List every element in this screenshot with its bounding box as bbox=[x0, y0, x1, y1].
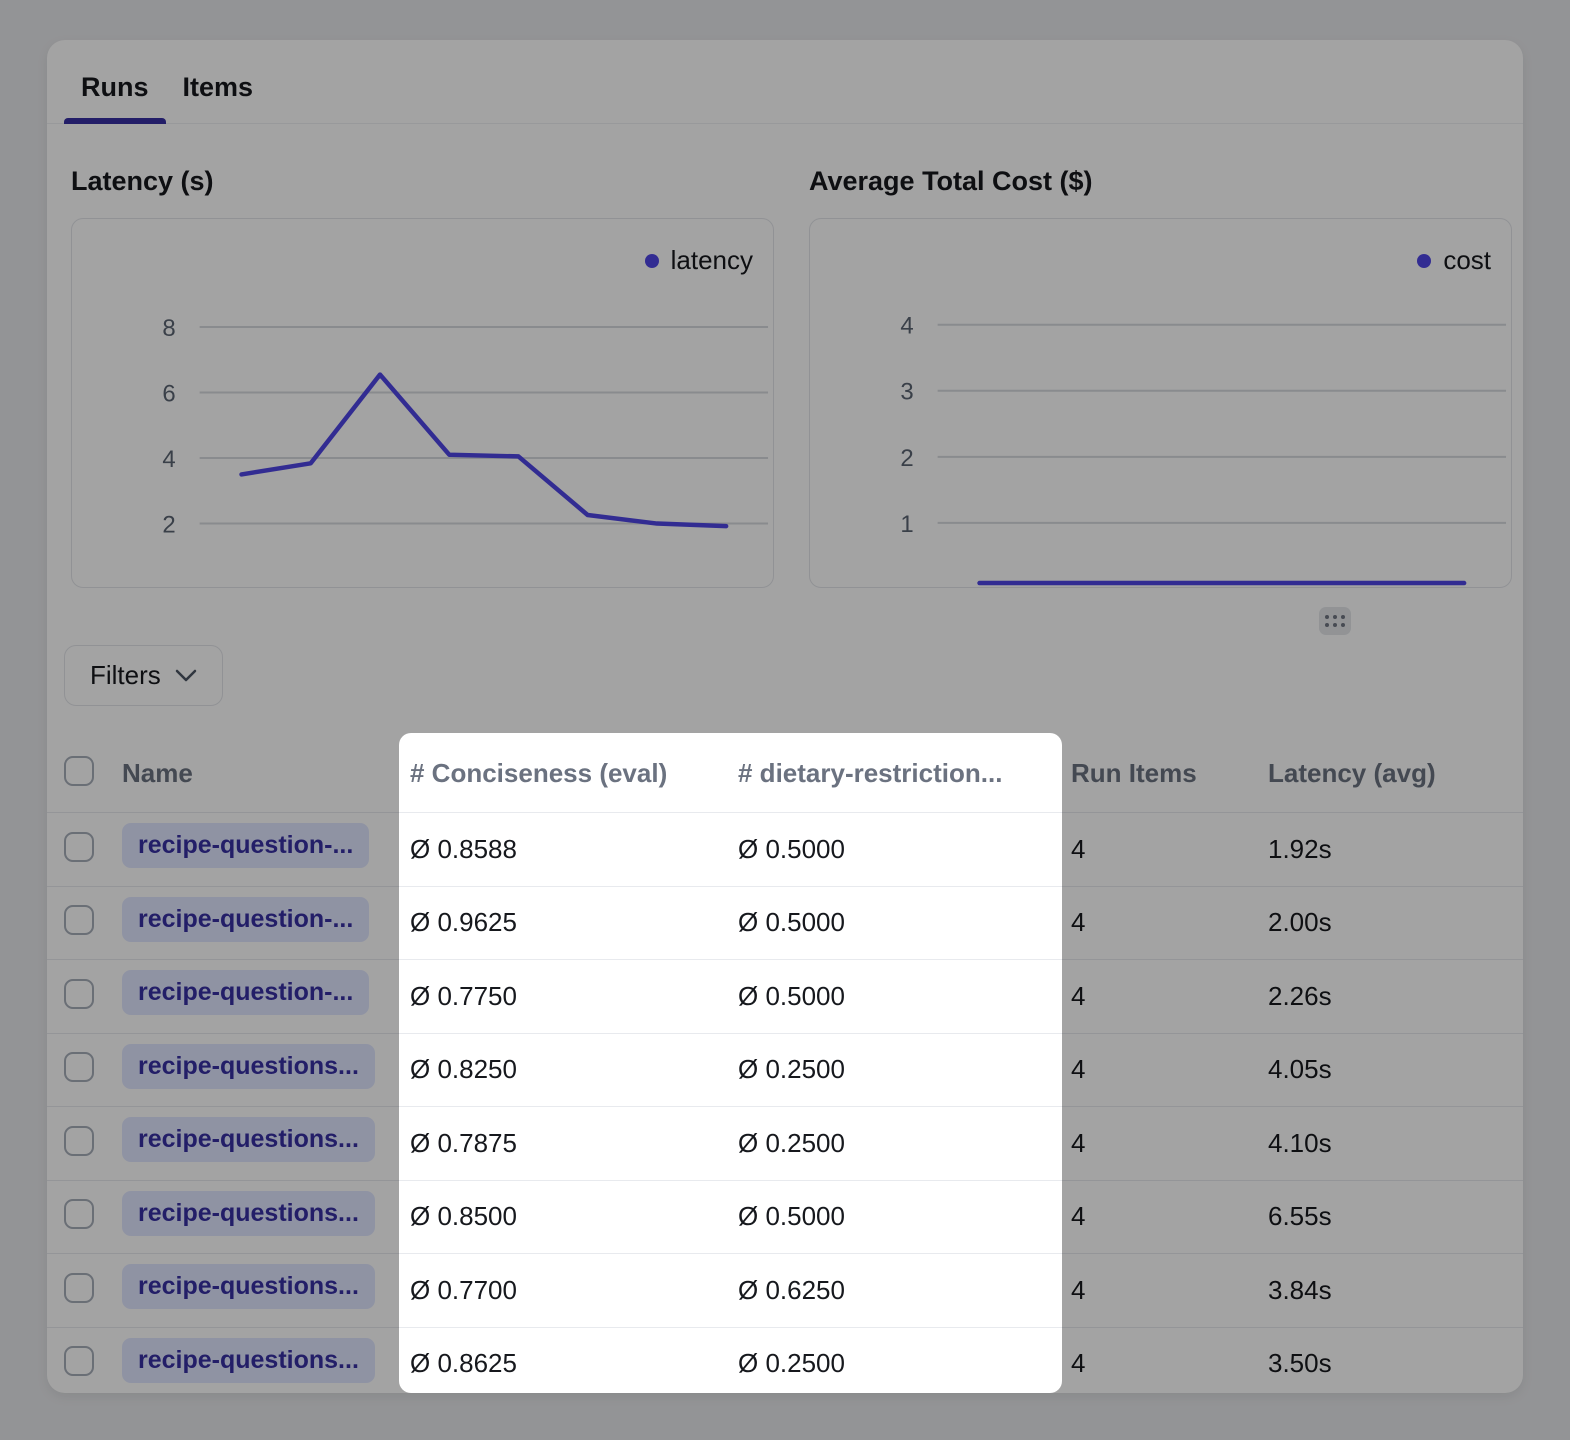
run-items-cell: 4 bbox=[1071, 907, 1268, 938]
table-header-row: Name # Conciseness (eval) # dietary-rest… bbox=[47, 734, 1523, 812]
cost-chart-title: Average Total Cost ($) bbox=[809, 165, 1512, 197]
dietary-restriction-cell: Ø 0.5000 bbox=[738, 834, 1071, 865]
latency-avg-cell: 2.00s bbox=[1268, 907, 1523, 938]
dietary-restriction-cell: Ø 0.2500 bbox=[738, 1054, 1071, 1085]
latency-avg-cell: 4.10s bbox=[1268, 1128, 1523, 1159]
column-header-latency-avg[interactable]: Latency (avg) bbox=[1268, 758, 1523, 789]
run-name-badge[interactable]: recipe-question-... bbox=[122, 823, 369, 868]
row-checkbox[interactable] bbox=[64, 1126, 94, 1156]
run-items-cell: 4 bbox=[1071, 1348, 1268, 1379]
conciseness-cell: Ø 0.9625 bbox=[410, 907, 738, 938]
latency-legend: latency bbox=[645, 245, 753, 276]
runs-table-rows: recipe-question-...Ø 0.8588Ø 0.500041.92… bbox=[47, 812, 1523, 1400]
conciseness-cell: Ø 0.8625 bbox=[410, 1348, 738, 1379]
run-items-cell: 4 bbox=[1071, 981, 1268, 1012]
runs-panel: Runs Items Latency (s) 2 4 6 8 latency Aver… bbox=[47, 40, 1523, 1393]
latency-legend-dot bbox=[645, 254, 659, 268]
filters-button-label: Filters bbox=[90, 660, 161, 691]
run-name-badge[interactable]: recipe-questions... bbox=[122, 1264, 375, 1309]
run-items-cell: 4 bbox=[1071, 1054, 1268, 1085]
row-checkbox[interactable] bbox=[64, 979, 94, 1009]
svg-text:3: 3 bbox=[900, 379, 913, 406]
run-items-cell: 4 bbox=[1071, 834, 1268, 865]
runs-table: Name # Conciseness (eval) # dietary-rest… bbox=[47, 734, 1523, 1400]
dietary-restriction-cell: Ø 0.5000 bbox=[738, 981, 1071, 1012]
run-items-cell: 4 bbox=[1071, 1201, 1268, 1232]
svg-text:2: 2 bbox=[162, 511, 175, 538]
latency-legend-label: latency bbox=[671, 245, 753, 276]
conciseness-cell: Ø 0.8250 bbox=[410, 1054, 738, 1085]
conciseness-cell: Ø 0.7700 bbox=[410, 1275, 738, 1306]
latency-avg-cell: 1.92s bbox=[1268, 834, 1523, 865]
latency-avg-cell: 6.55s bbox=[1268, 1201, 1523, 1232]
tab-items-label: Items bbox=[183, 72, 254, 102]
cost-line-chart: 1 2 3 4 bbox=[810, 219, 1511, 587]
svg-text:2: 2 bbox=[900, 445, 913, 472]
chevron-down-icon bbox=[175, 669, 197, 683]
tab-runs[interactable]: Runs bbox=[64, 40, 166, 123]
dietary-restriction-cell: Ø 0.5000 bbox=[738, 907, 1071, 938]
column-header-conciseness[interactable]: # Conciseness (eval) bbox=[410, 758, 738, 789]
table-row: recipe-question-... Ø 0.8588Ø 0.500041.92… bbox=[47, 812, 1523, 886]
filters-row: Filters bbox=[47, 645, 1523, 706]
cost-legend-label: cost bbox=[1443, 245, 1491, 276]
dietary-restriction-cell: Ø 0.2500 bbox=[738, 1128, 1071, 1159]
latency-avg-cell: 4.05s bbox=[1268, 1054, 1523, 1085]
row-checkbox[interactable] bbox=[64, 832, 94, 862]
column-header-dietary-restriction[interactable]: # dietary-restriction... bbox=[738, 758, 1071, 789]
dietary-restriction-cell: Ø 0.5000 bbox=[738, 1201, 1071, 1232]
charts-section: Latency (s) 2 4 6 8 latency Average Total C… bbox=[47, 124, 1523, 588]
resize-handle[interactable] bbox=[1319, 607, 1351, 635]
row-checkbox[interactable] bbox=[64, 1199, 94, 1229]
select-all-checkbox[interactable] bbox=[64, 756, 94, 786]
run-name-badge[interactable]: recipe-questions... bbox=[122, 1191, 375, 1236]
tab-runs-label: Runs bbox=[81, 72, 149, 102]
run-name-badge[interactable]: recipe-question-... bbox=[122, 897, 369, 942]
tab-items[interactable]: Items bbox=[166, 40, 271, 123]
cost-legend: cost bbox=[1417, 245, 1491, 276]
cost-chart: 1 2 3 4 cost bbox=[809, 218, 1512, 588]
run-items-cell: 4 bbox=[1071, 1128, 1268, 1159]
row-checkbox[interactable] bbox=[64, 1052, 94, 1082]
conciseness-cell: Ø 0.7750 bbox=[410, 981, 738, 1012]
svg-text:1: 1 bbox=[900, 511, 913, 538]
filters-button[interactable]: Filters bbox=[64, 645, 223, 706]
table-row: recipe-question-... Ø 0.7750Ø 0.500042.26… bbox=[47, 959, 1523, 1033]
run-items-cell: 4 bbox=[1071, 1275, 1268, 1306]
cost-chart-block: Average Total Cost ($) 1 2 3 4 cost bbox=[809, 165, 1512, 588]
table-row: recipe-questions... Ø 0.7700Ø 0.625043.84… bbox=[47, 1253, 1523, 1327]
row-checkbox[interactable] bbox=[64, 1346, 94, 1376]
table-row: recipe-questions... Ø 0.7875Ø 0.250044.10… bbox=[47, 1106, 1523, 1180]
tab-bar: Runs Items bbox=[47, 40, 1523, 124]
run-name-badge[interactable]: recipe-questions... bbox=[122, 1117, 375, 1162]
latency-chart-block: Latency (s) 2 4 6 8 latency bbox=[71, 165, 774, 588]
svg-text:4: 4 bbox=[162, 446, 175, 473]
conciseness-cell: Ø 0.8588 bbox=[410, 834, 738, 865]
row-checkbox[interactable] bbox=[64, 905, 94, 935]
column-header-run-items[interactable]: Run Items bbox=[1071, 758, 1268, 789]
dietary-restriction-cell: Ø 0.2500 bbox=[738, 1348, 1071, 1379]
cost-legend-dot bbox=[1417, 254, 1431, 268]
svg-text:6: 6 bbox=[162, 381, 175, 408]
grip-dots-icon bbox=[1325, 615, 1345, 627]
conciseness-cell: Ø 0.8500 bbox=[410, 1201, 738, 1232]
conciseness-cell: Ø 0.7875 bbox=[410, 1128, 738, 1159]
latency-chart: 2 4 6 8 latency bbox=[71, 218, 774, 588]
latency-avg-cell: 3.84s bbox=[1268, 1275, 1523, 1306]
svg-text:4: 4 bbox=[900, 313, 913, 340]
table-row: recipe-questions... Ø 0.8250Ø 0.250044.05… bbox=[47, 1033, 1523, 1107]
dietary-restriction-cell: Ø 0.6250 bbox=[738, 1275, 1071, 1306]
latency-avg-cell: 2.26s bbox=[1268, 981, 1523, 1012]
table-row: recipe-question-... Ø 0.9625Ø 0.500042.00… bbox=[47, 886, 1523, 960]
row-checkbox[interactable] bbox=[64, 1273, 94, 1303]
table-row: recipe-questions... Ø 0.8625Ø 0.250043.50… bbox=[47, 1327, 1523, 1401]
latency-chart-title: Latency (s) bbox=[71, 165, 774, 197]
table-row: recipe-questions... Ø 0.8500Ø 0.500046.55… bbox=[47, 1180, 1523, 1254]
run-name-badge[interactable]: recipe-question-... bbox=[122, 970, 369, 1015]
svg-text:8: 8 bbox=[162, 315, 175, 342]
latency-avg-cell: 3.50s bbox=[1268, 1348, 1523, 1379]
column-header-name[interactable]: Name bbox=[122, 758, 410, 789]
run-name-badge[interactable]: recipe-questions... bbox=[122, 1044, 375, 1089]
run-name-badge[interactable]: recipe-questions... bbox=[122, 1338, 375, 1383]
